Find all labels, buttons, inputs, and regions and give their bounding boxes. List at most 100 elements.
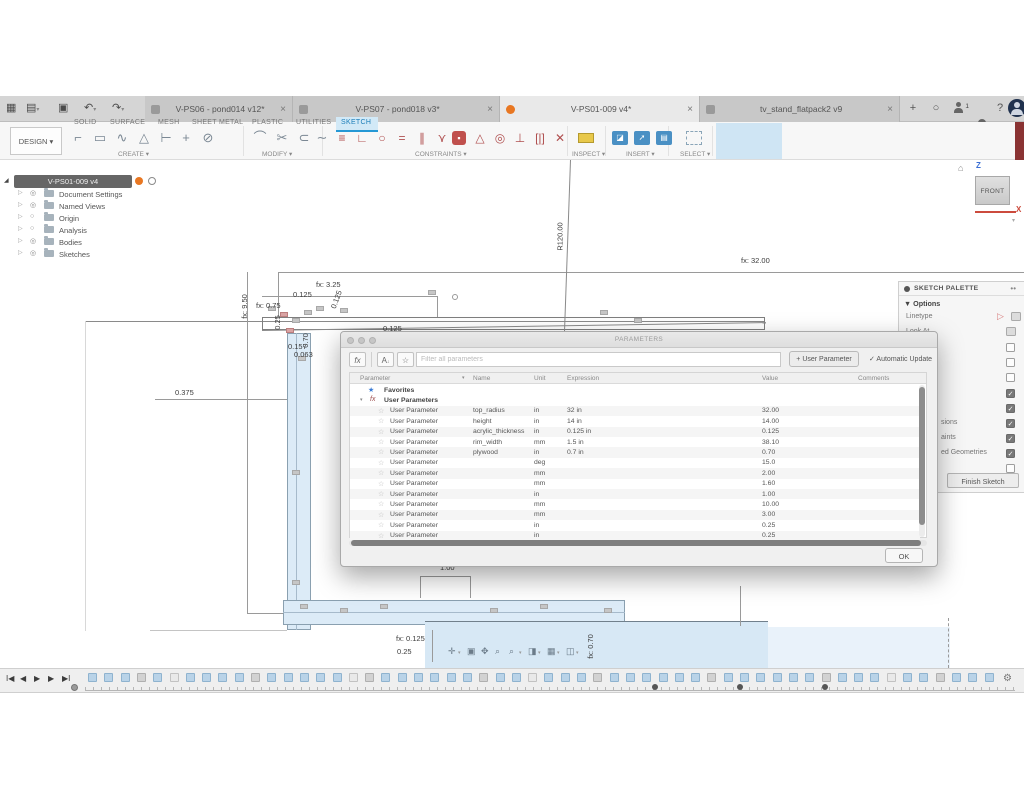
timeline-feature-icon[interactable]: [121, 673, 130, 682]
orbit-icon[interactable]: ✛: [448, 646, 456, 657]
timeline-feature-icon[interactable]: [349, 673, 358, 682]
dimension-line-325[interactable]: [262, 296, 438, 297]
sketch-point-ring[interactable]: [452, 294, 458, 300]
sort-alpha-button[interactable]: A↓: [377, 352, 394, 367]
fx-filter-button[interactable]: fx: [349, 352, 366, 367]
sketch-palette-header[interactable]: SKETCH PALETTE ••: [899, 282, 1024, 296]
timeline-marker[interactable]: [737, 684, 743, 690]
timeline-feature-icon[interactable]: [773, 673, 782, 682]
timeline-marker[interactable]: [652, 684, 658, 690]
dimension-label[interactable]: 0.063: [294, 350, 313, 359]
favorite-star-icon[interactable]: ☆: [378, 521, 384, 529]
timeline-ruler[interactable]: [85, 687, 1015, 691]
step-forward-icon[interactable]: ▶: [48, 674, 54, 683]
parameter-row[interactable]: ☆User Parameterrim_widthmm1.5 in38.10: [350, 437, 920, 447]
group-label-create-[interactable]: CREATE ▾: [118, 150, 149, 158]
go-to-start-icon[interactable]: I◀: [6, 674, 14, 683]
timeline-marker[interactable]: [822, 684, 828, 690]
favorites-row[interactable]: ★Favorites: [350, 385, 920, 395]
checkbox-checked-icon[interactable]: ✓: [1006, 389, 1015, 398]
dimension-line-32[interactable]: [278, 272, 1024, 273]
dimension-label[interactable]: 0.25: [397, 647, 412, 656]
constraint-perpendicular-icon[interactable]: ⊥: [510, 128, 530, 148]
vertical-scrollbar[interactable]: [919, 385, 925, 537]
timeline-feature-icon[interactable]: [267, 673, 276, 682]
checkbox-checked-icon[interactable]: ✓: [1006, 419, 1015, 428]
modify-fillet-icon[interactable]: ⌒: [250, 128, 270, 148]
create-spline-icon[interactable]: ∿: [112, 128, 132, 148]
insert-decal-icon[interactable]: ◪: [612, 131, 628, 145]
timeline-feature-icon[interactable]: [365, 673, 374, 682]
timeline-feature-icon[interactable]: [284, 673, 293, 682]
parameter-row[interactable]: ☆User Parameteracrylic_thicknessin0.125 …: [350, 427, 920, 437]
add-user-parameter-button[interactable]: + User Parameter: [789, 351, 859, 367]
parameter-row[interactable]: ☆User Parameterdeg15.0: [350, 458, 920, 468]
constraint-triangle-icon[interactable]: △: [470, 128, 490, 148]
user-avatar[interactable]: [1008, 99, 1024, 117]
create-slot-icon[interactable]: ⊢: [156, 128, 176, 148]
grid-icon[interactable]: ▦: [547, 646, 556, 657]
timeline-feature-icon[interactable]: [756, 673, 765, 682]
redo-icon[interactable]: ↷▾: [112, 101, 124, 114]
inspect-measure-icon[interactable]: [578, 133, 594, 143]
checkbox-checked-icon[interactable]: ✓: [1006, 449, 1015, 458]
timeline-feature-icon[interactable]: [381, 673, 390, 682]
timeline-feature-icon[interactable]: [952, 673, 961, 682]
favorites-star-icon[interactable]: ★: [368, 386, 374, 394]
activate-component-icon[interactable]: [148, 177, 156, 185]
save-icon[interactable]: ▣: [58, 101, 68, 114]
favorite-star-icon[interactable]: ☆: [378, 459, 384, 467]
group-label-constraints-[interactable]: CONSTRAINTS ▾: [415, 150, 467, 158]
favorite-star-icon[interactable]: ☆: [378, 438, 384, 446]
sketch-profile-bottom-area-light[interactable]: [768, 627, 950, 668]
palette-options-section[interactable]: ▼ Options: [904, 299, 940, 308]
scrollbar-thumb[interactable]: [351, 540, 921, 546]
dropdown-caret-icon[interactable]: ▾: [576, 650, 579, 656]
collapse-caret-icon[interactable]: ▼: [904, 299, 911, 308]
parameter-row[interactable]: ☆User Parameterheightin14 in14.00: [350, 416, 920, 426]
favorite-star-icon[interactable]: ☆: [378, 428, 384, 436]
checkbox-icon[interactable]: [1006, 373, 1015, 382]
expand-icon[interactable]: ▷: [18, 189, 23, 196]
column-header-parameter[interactable]: Parameter: [360, 375, 390, 382]
timeline-feature-icon[interactable]: [659, 673, 668, 682]
timeline-feature-icon[interactable]: [854, 673, 863, 682]
dimension-label[interactable]: fx: 0.70: [586, 634, 595, 659]
browser-item-origin[interactable]: ▷○Origin: [0, 212, 170, 224]
checkbox-icon[interactable]: [1006, 343, 1015, 352]
dimension-line-0375[interactable]: [155, 399, 289, 400]
timeline-feature-icon[interactable]: [512, 673, 521, 682]
group-label-modify-[interactable]: MODIFY ▾: [262, 150, 292, 158]
dashed-construction-line[interactable]: [948, 618, 949, 668]
name-cell[interactable]: acrylic_thickness: [473, 428, 524, 435]
timeline-feature-icon[interactable]: [316, 673, 325, 682]
favorite-star-icon[interactable]: ☆: [378, 417, 384, 425]
ribbon-tab-sketch[interactable]: SKETCH: [341, 119, 371, 126]
timeline-feature-icon[interactable]: [137, 673, 146, 682]
visibility-eye-icon[interactable]: ○: [30, 213, 34, 220]
favorites-filter-button[interactable]: ☆: [397, 352, 414, 367]
constraint-equal-icon[interactable]: =: [392, 128, 412, 148]
viewcube-menu-caret-icon[interactable]: ▾: [1012, 217, 1015, 224]
close-icon[interactable]: ×: [687, 104, 693, 115]
favorite-star-icon[interactable]: ☆: [378, 490, 384, 498]
document-tab[interactable]: V-PS01-009 v4*×: [500, 96, 700, 122]
create-point-icon[interactable]: +: [176, 128, 196, 148]
visibility-eye-icon[interactable]: ◎: [30, 201, 36, 209]
home-icon[interactable]: ⌂: [958, 163, 963, 173]
display-settings-icon[interactable]: ◨: [528, 646, 537, 657]
close-icon[interactable]: ×: [280, 104, 286, 115]
timeline-feature-icon[interactable]: [170, 673, 179, 682]
column-header-name[interactable]: Name: [473, 375, 490, 382]
name-cell[interactable]: plywood: [473, 449, 498, 456]
timeline-feature-icon[interactable]: [447, 673, 456, 682]
dimension-label[interactable]: 0.125: [293, 290, 312, 299]
timeline-feature-icon[interactable]: [430, 673, 439, 682]
timeline-feature-icon[interactable]: [789, 673, 798, 682]
constraint-tangent-icon[interactable]: ○: [372, 128, 392, 148]
ribbon-tab-utilities[interactable]: UTILITIES: [296, 119, 331, 126]
ribbon-tab-surface[interactable]: SURFACE: [110, 119, 145, 126]
undo-icon[interactable]: ↶▾: [84, 101, 96, 114]
fit-icon[interactable]: ⌕: [509, 646, 514, 657]
expand-icon[interactable]: ▷: [18, 213, 23, 220]
